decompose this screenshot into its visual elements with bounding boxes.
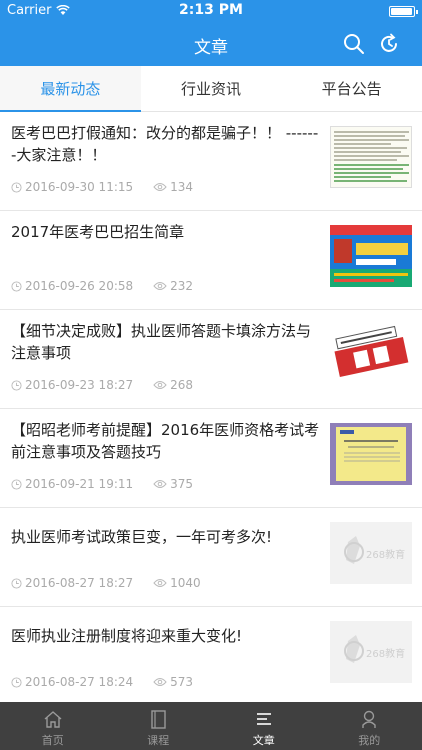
article-meta: 2016-09-26 20:58 232 [11,279,193,293]
article-views-group: 134 [153,180,193,194]
article-meta: 2016-08-27 18:24 573 [11,675,193,689]
tabbar-label-courses: 课程 [147,734,170,747]
article-meta: 2016-09-23 18:27 268 [11,378,193,392]
article-title: 执业医师考试政策巨变，一年可考多次! [11,528,273,546]
article-date-group: 2016-08-27 18:24 [11,675,133,689]
article-date-group: 2016-09-30 11:15 [11,180,133,194]
search-icon[interactable] [342,32,366,56]
article-date: 2016-09-26 20:58 [25,279,134,293]
article-date: 2016-09-30 11:15 [25,180,134,194]
article-item[interactable]: 【细节决定成败】执业医师答题卡填涂方法与注意事项 2016-09-23 18:2… [0,310,422,409]
bottom-tab-bar: 首页 课程 文章 我的 [0,702,422,750]
tabbar-label-home: 首页 [41,734,64,747]
exam-paper-image [330,423,412,485]
article-meta: 2016-08-27 18:27 1040 [11,576,201,590]
tabbar-item-articles[interactable]: 文章 [211,702,317,750]
eye-icon [153,480,167,488]
article-views: 232 [170,279,194,293]
placeholder-logo-text: 268教育 [366,550,406,561]
battery-icon [389,6,418,17]
article-views: 268 [170,378,194,392]
eye-icon [153,282,167,290]
nav-bar: 文章 [0,22,422,66]
article-title: 医考巴巴打假通知：改分的都是骗子！！ -------大家注意！！ [11,124,319,164]
refresh-icon[interactable] [377,32,401,56]
course-icon [151,710,166,729]
article-date-group: 2016-08-27 18:27 [11,576,133,590]
clock-icon [11,676,22,688]
article-views-group: 375 [153,477,193,491]
article-thumbnail [330,324,412,386]
article-date-group: 2016-09-26 20:58 [11,279,133,293]
article-views: 1040 [170,576,201,590]
article-views-group: 232 [153,279,193,293]
article-thumbnail [330,126,412,188]
article-item[interactable]: 2017年医考巴巴招生简章 2016-09-26 20:58 232 [0,211,422,310]
article-views-group: 1040 [153,576,201,590]
article-date: 2016-09-21 19:11 [25,477,134,491]
article-date: 2016-09-23 18:27 [25,378,134,392]
notice-document-image [331,127,411,187]
article-list: 医考巴巴打假通知：改分的都是骗子！！ -------大家注意！！ 2016-09… [0,112,422,702]
article-date-group: 2016-09-23 18:27 [11,378,133,392]
eye-icon [153,678,167,686]
tab-industry-news[interactable]: 行业资讯 [141,66,282,111]
profile-icon [362,710,376,728]
article-views-group: 573 [153,675,193,689]
article-item[interactable]: 医师执业注册制度将迎来重大变化! 2016-08-27 18:24 573 26… [0,607,422,702]
clock-icon [11,379,22,391]
article-date: 2016-08-27 18:27 [25,576,134,590]
placeholder-logo-text: 268教育 [366,649,406,660]
article-meta: 2016-09-30 11:15 134 [11,180,193,194]
article-title: 【细节决定成败】执业医师答题卡填涂方法与注意事项 [11,322,312,362]
eye-icon [153,381,167,389]
article-views-group: 268 [153,378,193,392]
eye-icon [153,579,167,587]
article-title: 医师执业注册制度将迎来重大变化! [11,627,243,645]
article-item[interactable]: 【昭昭老师考前提醒】2016年医师资格考试考前注意事项及答题技巧 2016-09… [0,409,422,508]
tab-platform-notice[interactable]: 平台公告 [281,66,422,111]
eye-icon [153,183,167,191]
tabbar-item-profile[interactable]: 我的 [317,702,422,750]
article-item[interactable]: 医考巴巴打假通知：改分的都是骗子！！ -------大家注意！！ 2016-09… [0,112,422,211]
article-thumbnail: 268教育 [330,522,412,584]
status-time: 2:13 PM [179,2,243,18]
tab-latest[interactable]: 最新动态 [0,66,141,112]
article-views: 573 [170,675,194,689]
clock-icon [11,280,22,292]
article-thumbnail [330,423,412,485]
article-views: 375 [170,477,194,491]
enrollment-banner-image [330,225,412,287]
must-see-stamp-image [330,324,412,386]
status-bar: Carrier 2:13 PM [0,0,422,22]
category-tabs: 最新动态 行业资讯 平台公告 [0,66,422,112]
article-views: 134 [170,180,194,194]
tabbar-label-profile: 我的 [358,734,381,747]
home-icon [44,711,62,728]
tabbar-item-courses[interactable]: 课程 [106,702,212,750]
article-meta: 2016-09-21 19:11 375 [11,477,193,491]
clock-icon [11,577,22,589]
article-title: 【昭昭老师考前提醒】2016年医师资格考试考前注意事项及答题技巧 [11,421,320,461]
article-thumbnail [330,225,412,287]
clock-icon [11,478,22,490]
article-date-group: 2016-09-21 19:11 [11,477,133,491]
tabbar-label-articles: 文章 [252,734,275,747]
article-title: 2017年医考巴巴招生简章 [11,223,185,241]
tabbar-item-home[interactable]: 首页 [0,702,106,750]
article-icon [256,713,271,725]
clock-icon [11,181,22,193]
article-date: 2016-08-27 18:24 [25,675,134,689]
article-item[interactable]: 执业医师考试政策巨变，一年可考多次! 2016-08-27 18:27 1040… [0,508,422,607]
article-thumbnail: 268教育 [330,621,412,683]
